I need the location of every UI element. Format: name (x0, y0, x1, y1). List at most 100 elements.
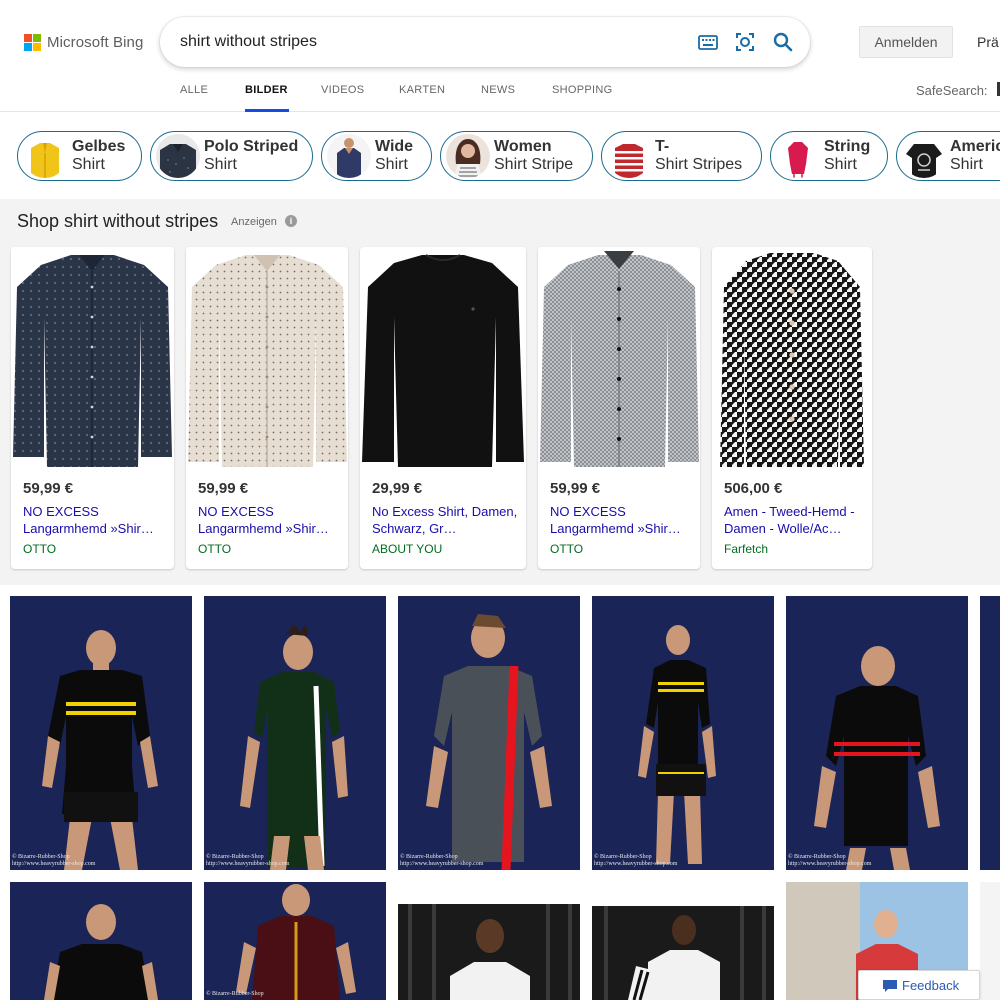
result-image (592, 596, 774, 870)
related-chip[interactable]: Women Shirt Stripe (440, 131, 593, 181)
safesearch-label[interactable]: SafeSearch: (916, 83, 988, 98)
result-image (592, 882, 774, 1000)
product-merchant: ABOUT YOU (372, 542, 443, 556)
product-title[interactable]: NO EXCESS Langarmhemd »Shir… (23, 503, 166, 537)
info-icon[interactable]: i (285, 215, 297, 227)
product-title[interactable]: NO EXCESS Langarmhemd »Shir… (550, 503, 692, 537)
watermark-line1: © Bizarre-Rubber-Shop (12, 854, 70, 860)
watermark-line2: http://www.heavyrubber-shop.com (788, 861, 872, 867)
watermark-line1: © Bizarre-Rubber-Shop (206, 854, 264, 860)
tab-all[interactable]: ALLE (180, 84, 208, 112)
product-merchant: Farfetch (724, 542, 769, 556)
brand-name: Microsoft Bing (47, 33, 144, 51)
keyboard-icon[interactable] (696, 30, 720, 54)
product-image (712, 247, 872, 467)
product-price: 59,99 € (550, 480, 601, 497)
product-price: 59,99 € (23, 480, 74, 497)
image-result[interactable]: © Bizarre-Rubber-Shop http://www.heavyrub… (592, 596, 774, 870)
image-result[interactable] (398, 882, 580, 1000)
related-chip-line2: Shirt (204, 156, 237, 173)
related-chip[interactable]: Americ Shirt (896, 131, 1000, 181)
related-chip[interactable]: T- Shirt Stripes (601, 131, 762, 181)
related-thumbnail (607, 134, 651, 178)
product-price: 506,00 € (724, 480, 783, 497)
product-title[interactable]: Amen - Tweed-Hemd - Damen - Wolle/Ac… (724, 503, 864, 537)
related-chip-line1: Wide (375, 138, 414, 155)
related-thumbnail (446, 134, 490, 178)
watermark-line2: http://www.heavyrubber-shop.com (400, 861, 484, 867)
feedback-label: Feedback (902, 978, 960, 993)
product-card[interactable]: 59,99 € NO EXCESS Langarmhemd »Shir… OTT… (11, 247, 174, 569)
related-chip-line2: Shirt Stripe (494, 156, 574, 173)
watermark-line1: © Bizarre-Rubber-Shop (400, 854, 458, 860)
image-result[interactable] (592, 882, 774, 1000)
related-chip[interactable]: Gelbes Shirt (17, 131, 142, 181)
watermark-line1: © Bizarre-Rubber-Shop (788, 854, 846, 860)
product-card[interactable]: 59,99 € NO EXCESS Langarmhemd »Shir… OTT… (186, 247, 348, 569)
result-image (204, 882, 386, 1000)
product-merchant: OTTO (198, 542, 232, 556)
related-chip-line1: T- (655, 138, 670, 155)
related-chip[interactable]: Polo Striped Shirt (150, 131, 313, 181)
product-image (186, 247, 348, 467)
product-merchant: OTTO (23, 542, 57, 556)
image-result[interactable]: © Bizarre-Rubber-Shop http://www.heavyrub… (204, 596, 386, 870)
watermark-line2: http://www.heavyrubber-shop.com (206, 861, 290, 867)
result-image (980, 596, 1000, 870)
related-thumbnail (327, 134, 371, 178)
tab-images[interactable]: BILDER (245, 84, 289, 112)
image-result[interactable]: © Bizarre-Rubber-Shop http://www.heavyrub… (10, 596, 192, 870)
image-result[interactable]: © Bizarre-Rubber-Shop (204, 882, 386, 1000)
related-chip-line1: Americ (950, 138, 1000, 155)
microsoft-logo-icon (24, 33, 41, 51)
related-chip-line1: Polo Striped (204, 138, 299, 155)
image-result[interactable] (10, 882, 192, 1000)
shopping-title[interactable]: Shop shirt without stripes (17, 211, 218, 232)
watermark-line2: http://www.heavyrubber-shop.com (12, 861, 96, 867)
product-card[interactable]: 59,99 € NO EXCESS Langarmhemd »Shir… OTT… (538, 247, 700, 569)
tab-news[interactable]: NEWS (481, 84, 515, 112)
image-result[interactable]: © Bizarre-Rubber-Shop http://www.heavyrub… (786, 596, 968, 870)
result-image (10, 882, 192, 1000)
product-image (360, 247, 526, 467)
search-box (160, 17, 810, 67)
related-thumbnail (776, 134, 820, 178)
image-result[interactable]: © Bizarre-Rubber-Shop http://www.heavyrub… (398, 596, 580, 870)
image-result[interactable] (980, 596, 1000, 870)
product-title[interactable]: NO EXCESS Langarmhemd »Shir… (198, 503, 340, 537)
bing-logo[interactable]: Microsoft Bing (24, 33, 143, 51)
signin-button[interactable]: Anmelden (859, 26, 953, 58)
visual-search-icon[interactable] (733, 30, 757, 54)
header: Microsoft Bing Anmelden Prä ALLE BILDER … (0, 0, 1000, 112)
preferences-link[interactable]: Prä (977, 34, 999, 50)
result-image (204, 596, 386, 870)
product-title[interactable]: No Excess Shirt, Damen, Schwarz, Gr… (372, 503, 518, 537)
tab-maps[interactable]: KARTEN (399, 84, 445, 112)
product-merchant: OTTO (550, 542, 584, 556)
product-image (11, 247, 174, 467)
tab-shopping[interactable]: SHOPPING (552, 84, 612, 112)
result-image (398, 596, 580, 870)
related-chip-line2: Shirt (824, 156, 857, 173)
watermark-line1: © Bizarre-Rubber-Shop (594, 854, 652, 860)
product-price: 59,99 € (198, 480, 249, 497)
feedback-button[interactable]: Feedback (858, 970, 980, 1000)
product-price: 29,99 € (372, 480, 423, 497)
search-icon[interactable] (771, 30, 795, 54)
result-image (398, 882, 580, 1000)
watermark-line2: http://www.heavyrubber-shop.com (594, 861, 678, 867)
related-chip[interactable]: Wide Shirt (321, 131, 432, 181)
ads-label: Anzeigen (231, 216, 277, 228)
related-thumbnail (156, 134, 200, 178)
product-card[interactable]: 29,99 € No Excess Shirt, Damen, Schwarz,… (360, 247, 526, 569)
related-thumbnail (902, 134, 946, 178)
feedback-icon (883, 980, 897, 992)
search-input[interactable] (180, 31, 660, 53)
related-chip-line2: Shirt (950, 156, 983, 173)
tab-videos[interactable]: VIDEOS (321, 84, 364, 112)
product-image (538, 247, 700, 467)
related-chip-line2: Shirt Stripes (655, 156, 743, 173)
image-result[interactable] (980, 882, 1000, 1000)
product-card[interactable]: 506,00 € Amen - Tweed-Hemd - Damen - Wol… (712, 247, 872, 569)
related-chip[interactable]: String Shirt (770, 131, 888, 181)
